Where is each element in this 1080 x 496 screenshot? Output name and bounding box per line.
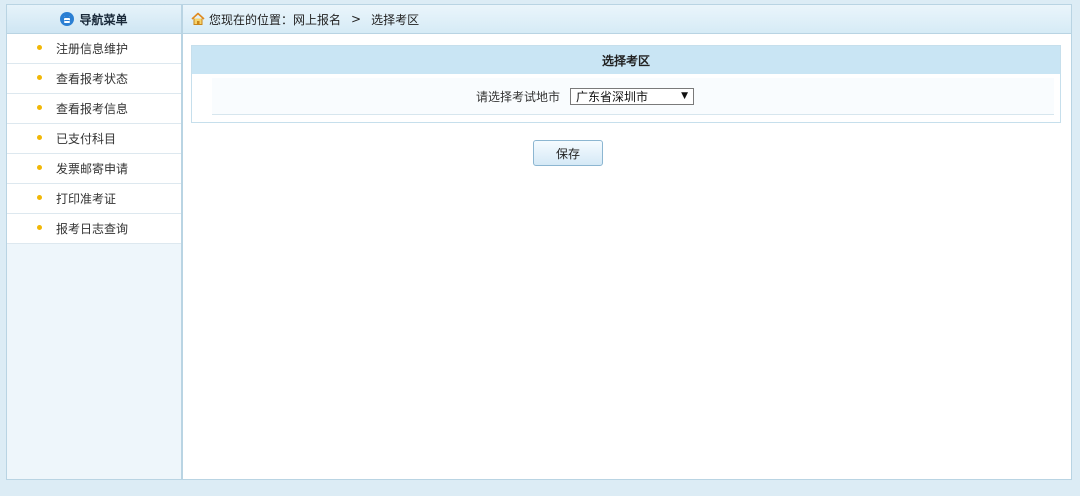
- sidebar-title: 导航菜单: [79, 12, 128, 27]
- bullet-icon: [37, 105, 42, 110]
- city-select-value: 广东省深圳市: [576, 89, 649, 104]
- bullet-icon: [37, 135, 42, 140]
- form-title: 选择考区: [192, 46, 1060, 74]
- bullet-icon: [37, 45, 42, 50]
- sidebar-item-label: 查看报考状态: [56, 72, 129, 86]
- bullet-icon: [37, 195, 42, 200]
- sidebar-item-label: 发票邮寄申请: [56, 162, 129, 176]
- breadcrumb-prefix: 您现在的位置：网上报名: [209, 12, 342, 27]
- breadcrumb-separator: >: [351, 12, 362, 26]
- app-frame: 导航菜单 注册信息维护 查看报考状态 查看报考信息 已支付科目 发票邮寄申请 打…: [4, 4, 1072, 488]
- sidebar-item-log-query[interactable]: 报考日志查询: [7, 214, 181, 244]
- city-select[interactable]: 广东省深圳市 ▼: [570, 87, 694, 105]
- main-panel: 您现在的位置：网上报名 > 选择考区 选择考区 请选择考试地市 广东省深圳市 ▼…: [182, 4, 1072, 480]
- sidebar-item-label: 已支付科目: [56, 132, 117, 146]
- save-button[interactable]: 保存: [533, 140, 603, 166]
- sidebar-item-label: 报考日志查询: [56, 222, 129, 236]
- city-label: 请选择考试地市: [475, 89, 560, 104]
- bullet-icon: [37, 75, 42, 80]
- sidebar-item-print-admission[interactable]: 打印准考证: [7, 184, 181, 214]
- sidebar-item-register-info[interactable]: 注册信息维护: [7, 34, 181, 64]
- breadcrumb: 您现在的位置：网上报名 > 选择考区: [183, 5, 1071, 34]
- sidebar: 导航菜单 注册信息维护 查看报考状态 查看报考信息 已支付科目 发票邮寄申请 打…: [6, 4, 182, 480]
- sidebar-item-label: 注册信息维护: [56, 42, 129, 56]
- sidebar-item-paid-subjects[interactable]: 已支付科目: [7, 124, 181, 154]
- city-row: 请选择考试地市 广东省深圳市 ▼: [212, 78, 1054, 115]
- sidebar-header: 导航菜单: [7, 5, 181, 34]
- menu-icon: [60, 12, 75, 26]
- dropdown-arrow-icon: ▼: [681, 91, 688, 101]
- exam-area-form: 选择考区 请选择考试地市 广东省深圳市 ▼: [191, 45, 1061, 123]
- bullet-icon: [37, 225, 42, 230]
- sidebar-item-label: 查看报考信息: [56, 102, 129, 116]
- sidebar-item-exam-info[interactable]: 查看报考信息: [7, 94, 181, 124]
- home-icon: [191, 12, 205, 25]
- sidebar-item-invoice-mail[interactable]: 发票邮寄申请: [7, 154, 181, 184]
- sidebar-item-exam-status[interactable]: 查看报考状态: [7, 64, 181, 94]
- nav-menu: 注册信息维护 查看报考状态 查看报考信息 已支付科目 发票邮寄申请 打印准考证: [7, 34, 181, 244]
- sidebar-item-label: 打印准考证: [56, 192, 117, 206]
- bullet-icon: [37, 165, 42, 170]
- breadcrumb-current: 选择考区: [371, 12, 420, 27]
